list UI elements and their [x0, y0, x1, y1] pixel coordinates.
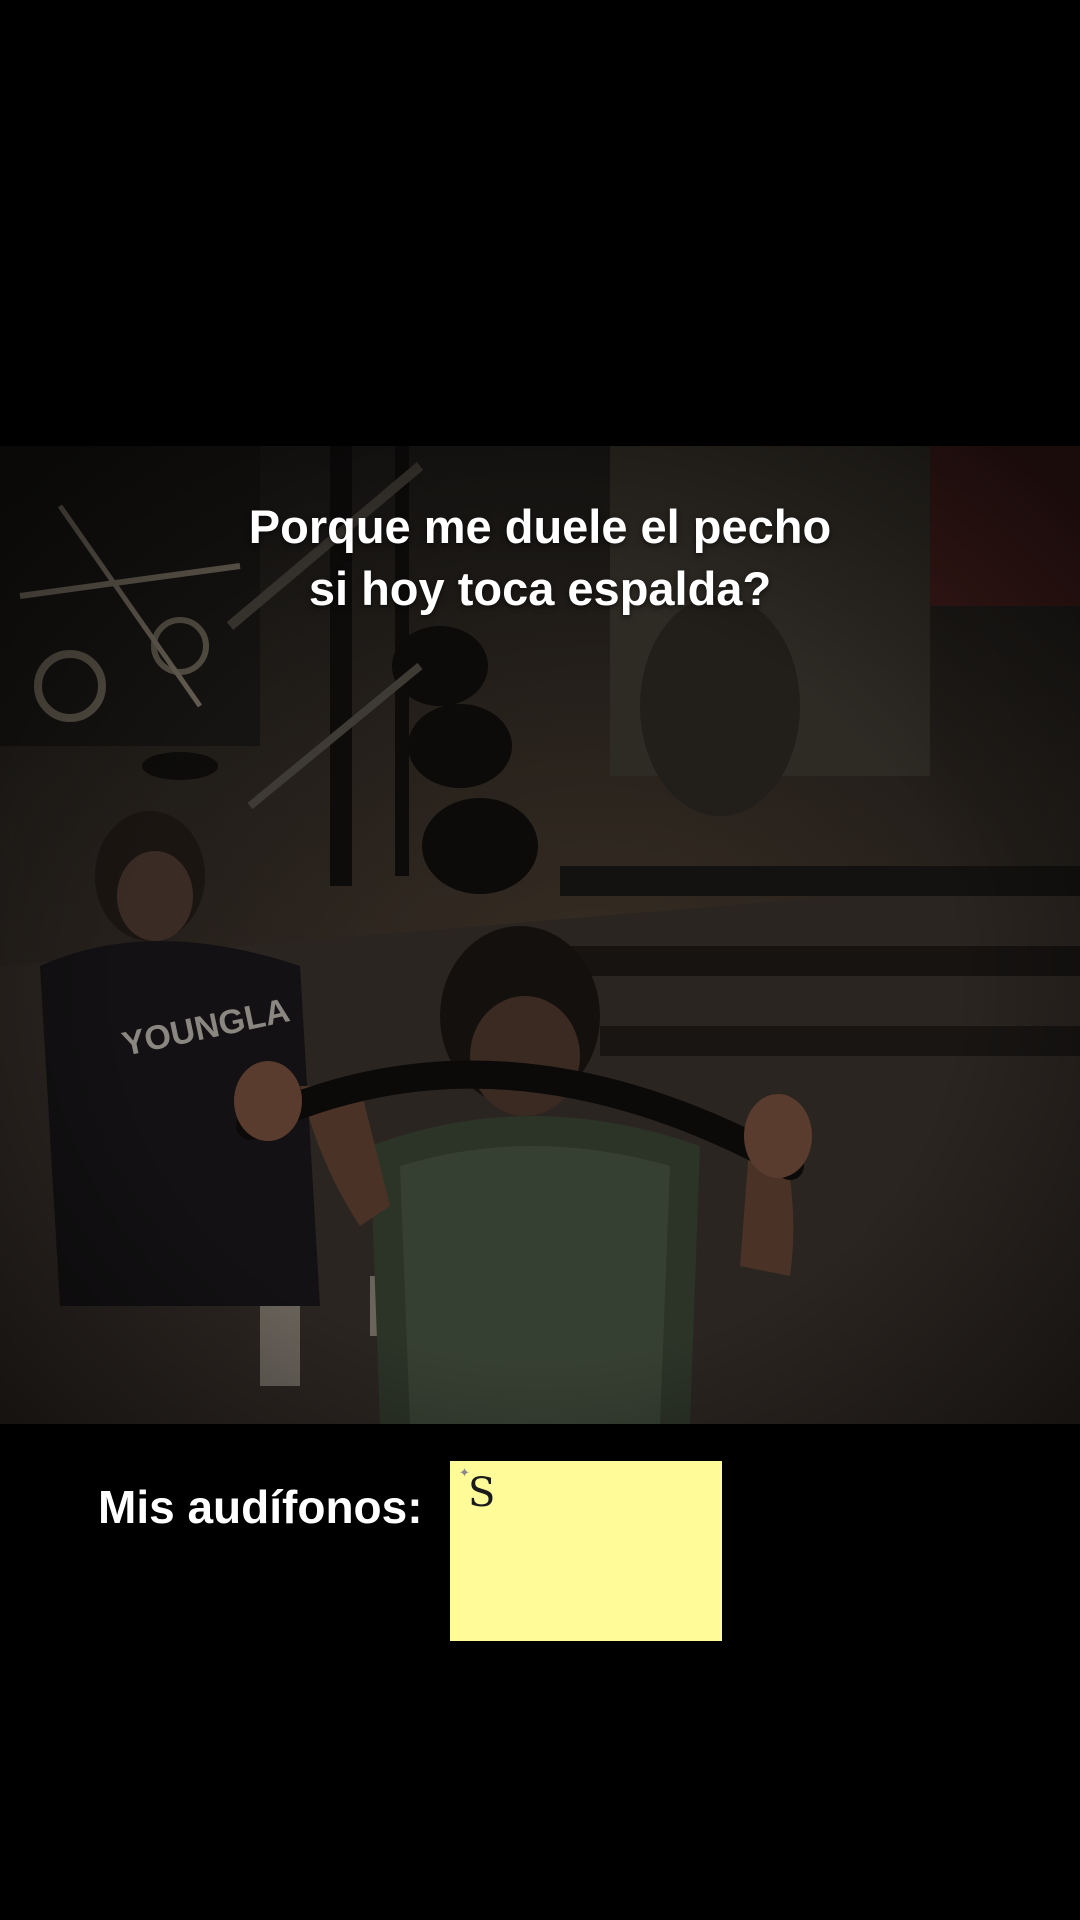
screen: YOUNGLA Po: [0, 0, 1080, 1920]
meme-label: Mis audífonos:: [98, 1481, 423, 1533]
caption-line-1: Porque me duele el pecho: [248, 500, 832, 553]
sticky-note-text: S: [468, 1470, 496, 1516]
video-caption: Porque me duele el pecho si hoy toca esp…: [0, 496, 1080, 620]
sticky-note: ✦ S: [450, 1461, 722, 1641]
video-frame[interactable]: YOUNGLA Po: [0, 446, 1080, 1424]
caption-line-2: si hoy toca espalda?: [308, 562, 772, 615]
